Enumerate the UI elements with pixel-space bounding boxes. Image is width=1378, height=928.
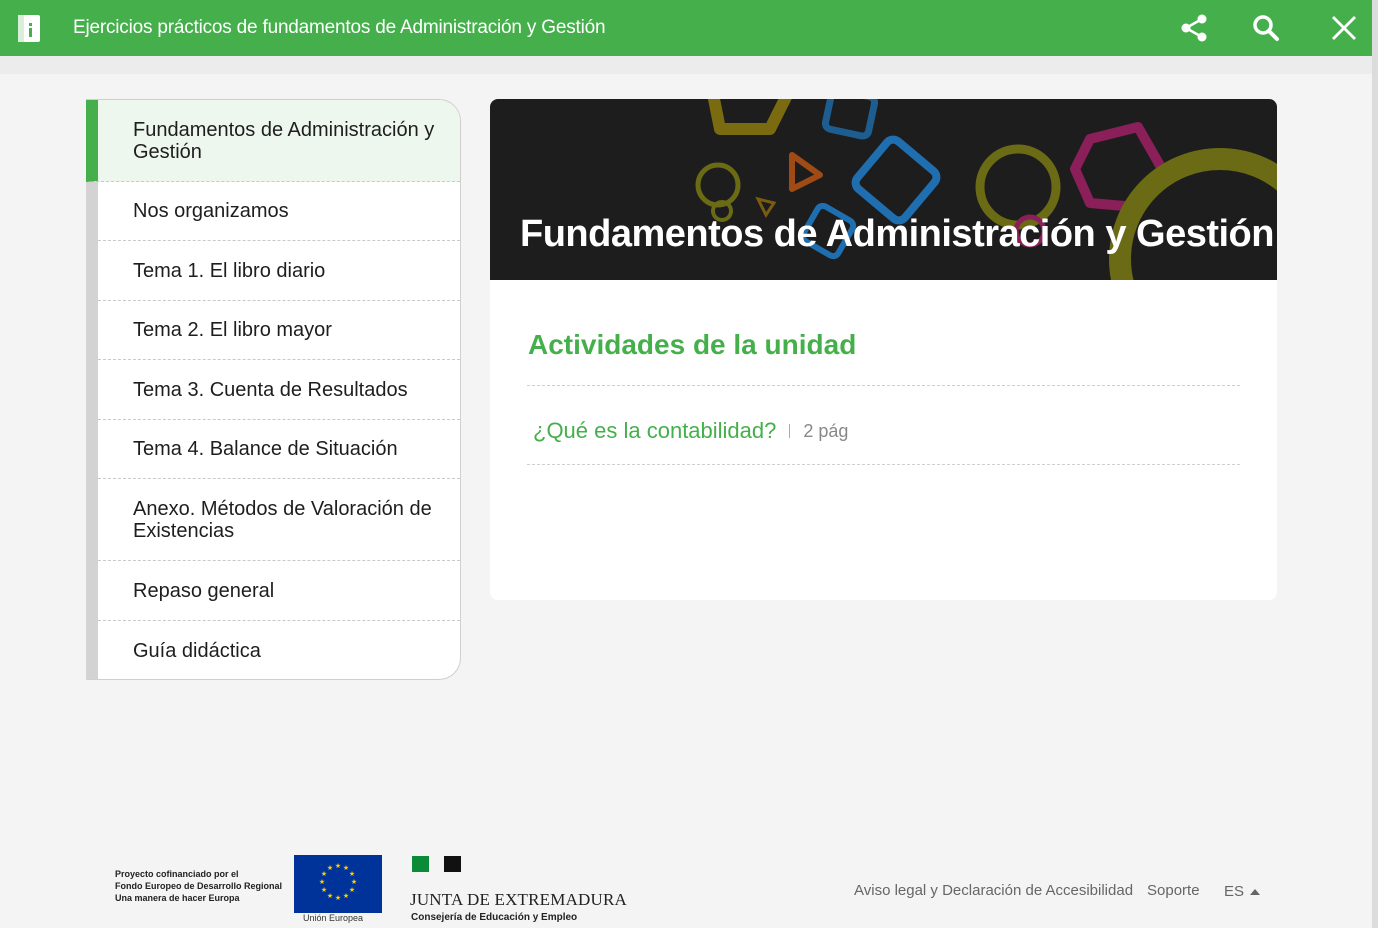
- svg-text:★: ★: [319, 878, 325, 886]
- legal-link[interactable]: Aviso legal y Declaración de Accesibilid…: [854, 882, 1133, 899]
- svg-text:★: ★: [321, 886, 327, 894]
- sidebar-rail: [86, 100, 98, 679]
- eu-caption: Unión Europea: [303, 913, 364, 923]
- sidebar-item-guia[interactable]: Guía didáctica: [98, 621, 460, 679]
- sidebar-item-label: Fundamentos de Administración y Gestión: [133, 118, 435, 163]
- svg-text:★: ★: [351, 878, 357, 886]
- eu-stars: ★ ★★ ★★★ ★★★ ★★★: [319, 862, 357, 902]
- activity-link[interactable]: ¿Qué es la contabilidad?: [533, 418, 776, 444]
- sidebar: Fundamentos de Administración y Gestión …: [86, 99, 461, 680]
- sidebar-item-label: Tema 1. El libro diario: [133, 259, 326, 282]
- top-bar: Ejercicios prácticos de fundamentos de A…: [0, 0, 1372, 56]
- section-title: Actividades de la unidad: [528, 329, 857, 360]
- svg-text:★: ★: [335, 894, 341, 902]
- scrollbar[interactable]: [1372, 0, 1378, 928]
- book-icon: [18, 15, 40, 42]
- svg-text:★: ★: [335, 862, 341, 870]
- svg-text:★: ★: [349, 870, 355, 878]
- sidebar-item-label: Tema 4. Balance de Situación: [133, 438, 398, 460]
- junta-logo-black: [444, 856, 461, 872]
- sidebar-item-tema-1[interactable]: Tema 1. El libro diario: [98, 241, 460, 301]
- svg-text:★: ★: [327, 864, 333, 872]
- sidebar-item-label: Tema 2. El libro mayor: [133, 319, 332, 341]
- sidebar-item-tema-4[interactable]: Tema 4. Balance de Situación: [98, 420, 460, 479]
- junta-subtitle: Consejería de Educación y Empleo: [411, 912, 578, 923]
- banner-title: Fundamentos de Administración y Gestión: [520, 213, 1274, 255]
- page-count: 2 pág: [803, 420, 849, 441]
- language-label: ES: [1224, 883, 1245, 900]
- divider: [527, 385, 1240, 386]
- caret-up-icon: [1250, 888, 1261, 895]
- unit-banner: Fundamentos de Administración y Gestión: [490, 99, 1277, 280]
- eu-funding-text: Proyecto cofinanciado por el Fondo Europ…: [115, 868, 282, 904]
- junta-logo-green: [412, 856, 429, 872]
- header-shadow: [0, 56, 1372, 74]
- sidebar-item-tema-3[interactable]: Tema 3. Cuenta de Resultados: [98, 360, 460, 420]
- sidebar-item-label: Guía didáctica: [133, 640, 261, 662]
- sidebar-item-label: Repaso general: [133, 579, 275, 602]
- search-icon: [1253, 15, 1279, 41]
- sidebar-item-nos-organizamos[interactable]: Nos organizamos: [98, 182, 460, 241]
- activity-item: ¿Qué es la contabilidad? 2 pág: [533, 418, 848, 444]
- svg-text:★: ★: [327, 892, 333, 900]
- sidebar-item-repaso[interactable]: Repaso general: [98, 561, 460, 621]
- app-title: Ejercicios prácticos de fundamentos de A…: [73, 17, 606, 38]
- divider: [527, 464, 1240, 465]
- svg-text:★: ★: [343, 892, 349, 900]
- language-selector[interactable]: ES: [1224, 883, 1261, 900]
- support-link[interactable]: Soporte: [1147, 882, 1200, 899]
- separator-bar: [789, 424, 791, 438]
- content-card: Fundamentos de Administración y Gestión …: [490, 99, 1277, 600]
- svg-text:★: ★: [349, 886, 355, 894]
- eu-text-line: Fondo Europeo de Desarrollo Regional: [115, 881, 283, 891]
- share-icon: [1181, 14, 1207, 42]
- sidebar-item-tema-2[interactable]: Tema 2. El libro mayor: [98, 301, 460, 360]
- eu-flag-logo: ★ ★ ★ ★ ★ ★ ★ ★ ★ ★ ★ ★: [294, 855, 382, 913]
- sidebar-item-anexo[interactable]: Anexo. Métodos de Valoración de Existenc…: [98, 479, 460, 561]
- eu-text-line: Proyecto cofinanciado por el: [115, 869, 239, 879]
- sidebar-item-label: Anexo. Métodos de Valoración de Existenc…: [133, 497, 432, 542]
- sidebar-item-fundamentos[interactable]: Fundamentos de Administración y Gestión: [86, 100, 460, 182]
- eu-text-line: Una manera de hacer Europa: [115, 893, 240, 903]
- sidebar-item-label: Nos organizamos: [133, 200, 289, 222]
- junta-name: JUNTA DE EXTREMADURA: [410, 890, 628, 909]
- sidebar-item-label: Tema 3. Cuenta de Resultados: [133, 378, 408, 401]
- close-icon: [1332, 16, 1356, 40]
- share-button[interactable]: [1178, 12, 1210, 44]
- search-button[interactable]: [1250, 12, 1282, 44]
- close-button[interactable]: [1328, 12, 1360, 44]
